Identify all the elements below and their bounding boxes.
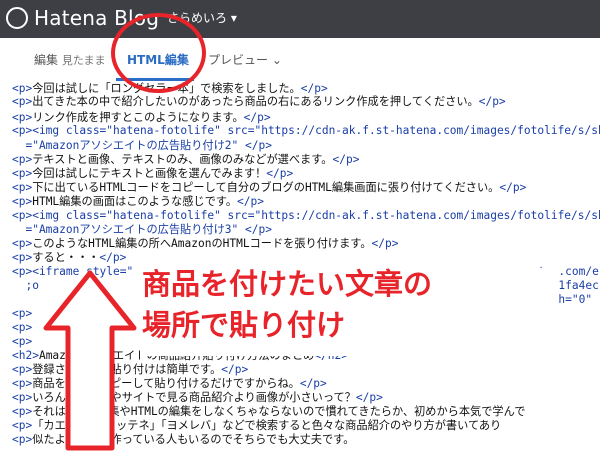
- code-tag-open: <p>: [12, 237, 33, 250]
- code-line[interactable]: <p><img class="hatena-fotolife" src="htt…: [12, 209, 600, 223]
- code-tag-close: </p>: [243, 111, 271, 124]
- annotation-text: 商品を付けたい文章の 場所で貼り付け: [142, 264, 432, 346]
- code-tag-open: <p>: [12, 419, 33, 432]
- tab-preview-label: プレビュー ⌄: [208, 53, 282, 67]
- code-tag-open: <p>: [12, 377, 33, 390]
- code-line[interactable]: <p>: [12, 335, 32, 349]
- code-tag-open: [12, 293, 25, 306]
- code-line[interactable]: <p>: [12, 321, 32, 335]
- code-text: このようなHTML編集の所へAmazonのHTMLコードを張り付けます。: [32, 237, 372, 250]
- top-bar: Hatena Blog さらめいろ ▾: [0, 0, 600, 38]
- code-tag-close: </p>: [237, 195, 264, 208]
- code-tag-open: <p>: [12, 405, 33, 418]
- code-tag-close: </p>: [299, 377, 327, 390]
- code-line[interactable]: ="Amazonアソシエイトの広告貼り付け2" </p>: [12, 139, 272, 153]
- code-tag-open: ="Amazonアソシエイトの広告貼り付け2" </p>: [12, 139, 272, 152]
- code-line[interactable]: ="Amazonアソシエイトの広告貼り付け3" </p>: [12, 223, 272, 237]
- code-tag-open: <p>: [12, 391, 33, 404]
- code-text: 出てきた本の中で紹介したいのがあったら商品の右にあるリンク作成を押してください。: [32, 95, 479, 108]
- code-tag-close: </p>: [371, 237, 399, 250]
- code-tag-open: <p>: [12, 433, 33, 446]
- code-tag-close: </p>: [332, 153, 360, 166]
- code-tag-open: <p>: [12, 307, 33, 320]
- code-line[interactable]: <p>このようなHTML編集の所へAmazonのHTMLコードを張り付けます。<…: [12, 237, 398, 251]
- code-tag-open: <p>: [12, 82, 33, 95]
- code-tag-close: </p>: [355, 391, 383, 404]
- tab-wysiwyg-label: 編集: [34, 53, 59, 67]
- code-tag-open: <p>: [12, 167, 33, 180]
- hatena-logo-icon[interactable]: [6, 7, 28, 29]
- tab-wysiwyg[interactable]: 編集 見たまま: [34, 52, 106, 69]
- code-tag-open: <p>: [12, 195, 33, 208]
- tab-preview[interactable]: プレビュー ⌄: [208, 52, 282, 68]
- code-line[interactable]: <p><img class="hatena-fotolife" src="htt…: [12, 124, 600, 138]
- code-tag-open: <p>: [12, 95, 33, 108]
- code-line[interactable]: <p>出てきた本の中で紹介したいのがあったら商品の右にあるリンク作成を押してくだ…: [12, 95, 506, 109]
- code-line[interactable]: <p>今回は試しにテキストと画像を選んでみます！</p>: [12, 167, 293, 181]
- code-text: すると・・・: [32, 251, 100, 264]
- code-tag-open: <p>: [12, 251, 33, 264]
- code-tag-open: <p>: [12, 335, 33, 348]
- code-tag-open: <p>: [12, 321, 33, 334]
- code-tag-close: </p>: [478, 95, 506, 108]
- code-line[interactable]: <p>HTML編集の画面はこのような感じです。</p>: [12, 195, 264, 209]
- code-tag-close: </p>: [266, 167, 294, 180]
- code-tag-open: ;o: [12, 279, 39, 292]
- code-text: テキストと画像、テキストのみ、画像のみなどが選べます。: [32, 153, 333, 166]
- code-line[interactable]: ;o nkId=e1fa4ec: [12, 279, 598, 293]
- tab-wysiwyg-sub: 見たまま: [61, 54, 106, 67]
- code-tag-open: <p>: [12, 153, 33, 166]
- code-tag-open: <p>: [12, 363, 33, 376]
- code-text: 今回は試しにテキストと画像を選んでみます！: [32, 167, 267, 180]
- code-text: 下に出ているHTMLコードをコピーして自分のブログのHTML編集画面に張り付けて…: [32, 181, 500, 194]
- code-tag-open: <p>: [12, 181, 33, 194]
- code-line[interactable]: inwidth="0": [12, 293, 592, 307]
- code-tag-open: <p>: [12, 111, 33, 124]
- code-tag-open: ="Amazonアソシエイトの広告貼り付け3" </p>: [12, 223, 272, 236]
- annotation-line-1: 商品を付けたい文章の: [142, 267, 433, 301]
- code-line[interactable]: <p>: [12, 307, 32, 321]
- code-tag-open: <p><img class="hatena-fotolife" src="htt…: [12, 124, 600, 137]
- code-text: HTML編集の画面はこのような感じです。: [32, 195, 238, 208]
- code-line[interactable]: <p>下に出ているHTMLコードをコピーして自分のブログのHTML編集画面に張り…: [12, 181, 526, 195]
- code-line[interactable]: <p>すると・・・</p>: [12, 251, 126, 265]
- code-tag-close: </p>: [499, 181, 527, 194]
- red-circle-highlight: [111, 13, 206, 93]
- editor-tab-bar: 編集 見たまま HTML編集 プレビュー ⌄: [0, 38, 600, 83]
- red-up-arrow-icon: [43, 270, 137, 451]
- code-text: リンク作成を押すとこのようになります。: [32, 111, 244, 124]
- code-line[interactable]: <p>リンク作成を押すとこのようになります。</p>: [12, 111, 271, 125]
- code-tag-open: <h2>: [12, 349, 39, 362]
- code-tag-close: </p>: [300, 82, 328, 95]
- annotation-line-2: 場所で貼り付け: [142, 308, 346, 342]
- code-tag-close: </p>: [99, 251, 127, 264]
- code-tag-open: <p><img class="hatena-fotolife" src="htt…: [12, 209, 600, 222]
- code-tag-close: </p>: [221, 363, 249, 376]
- code-line[interactable]: <p>テキストと画像、テキストのみ、画像のみなどが選べます。</p>: [12, 153, 359, 167]
